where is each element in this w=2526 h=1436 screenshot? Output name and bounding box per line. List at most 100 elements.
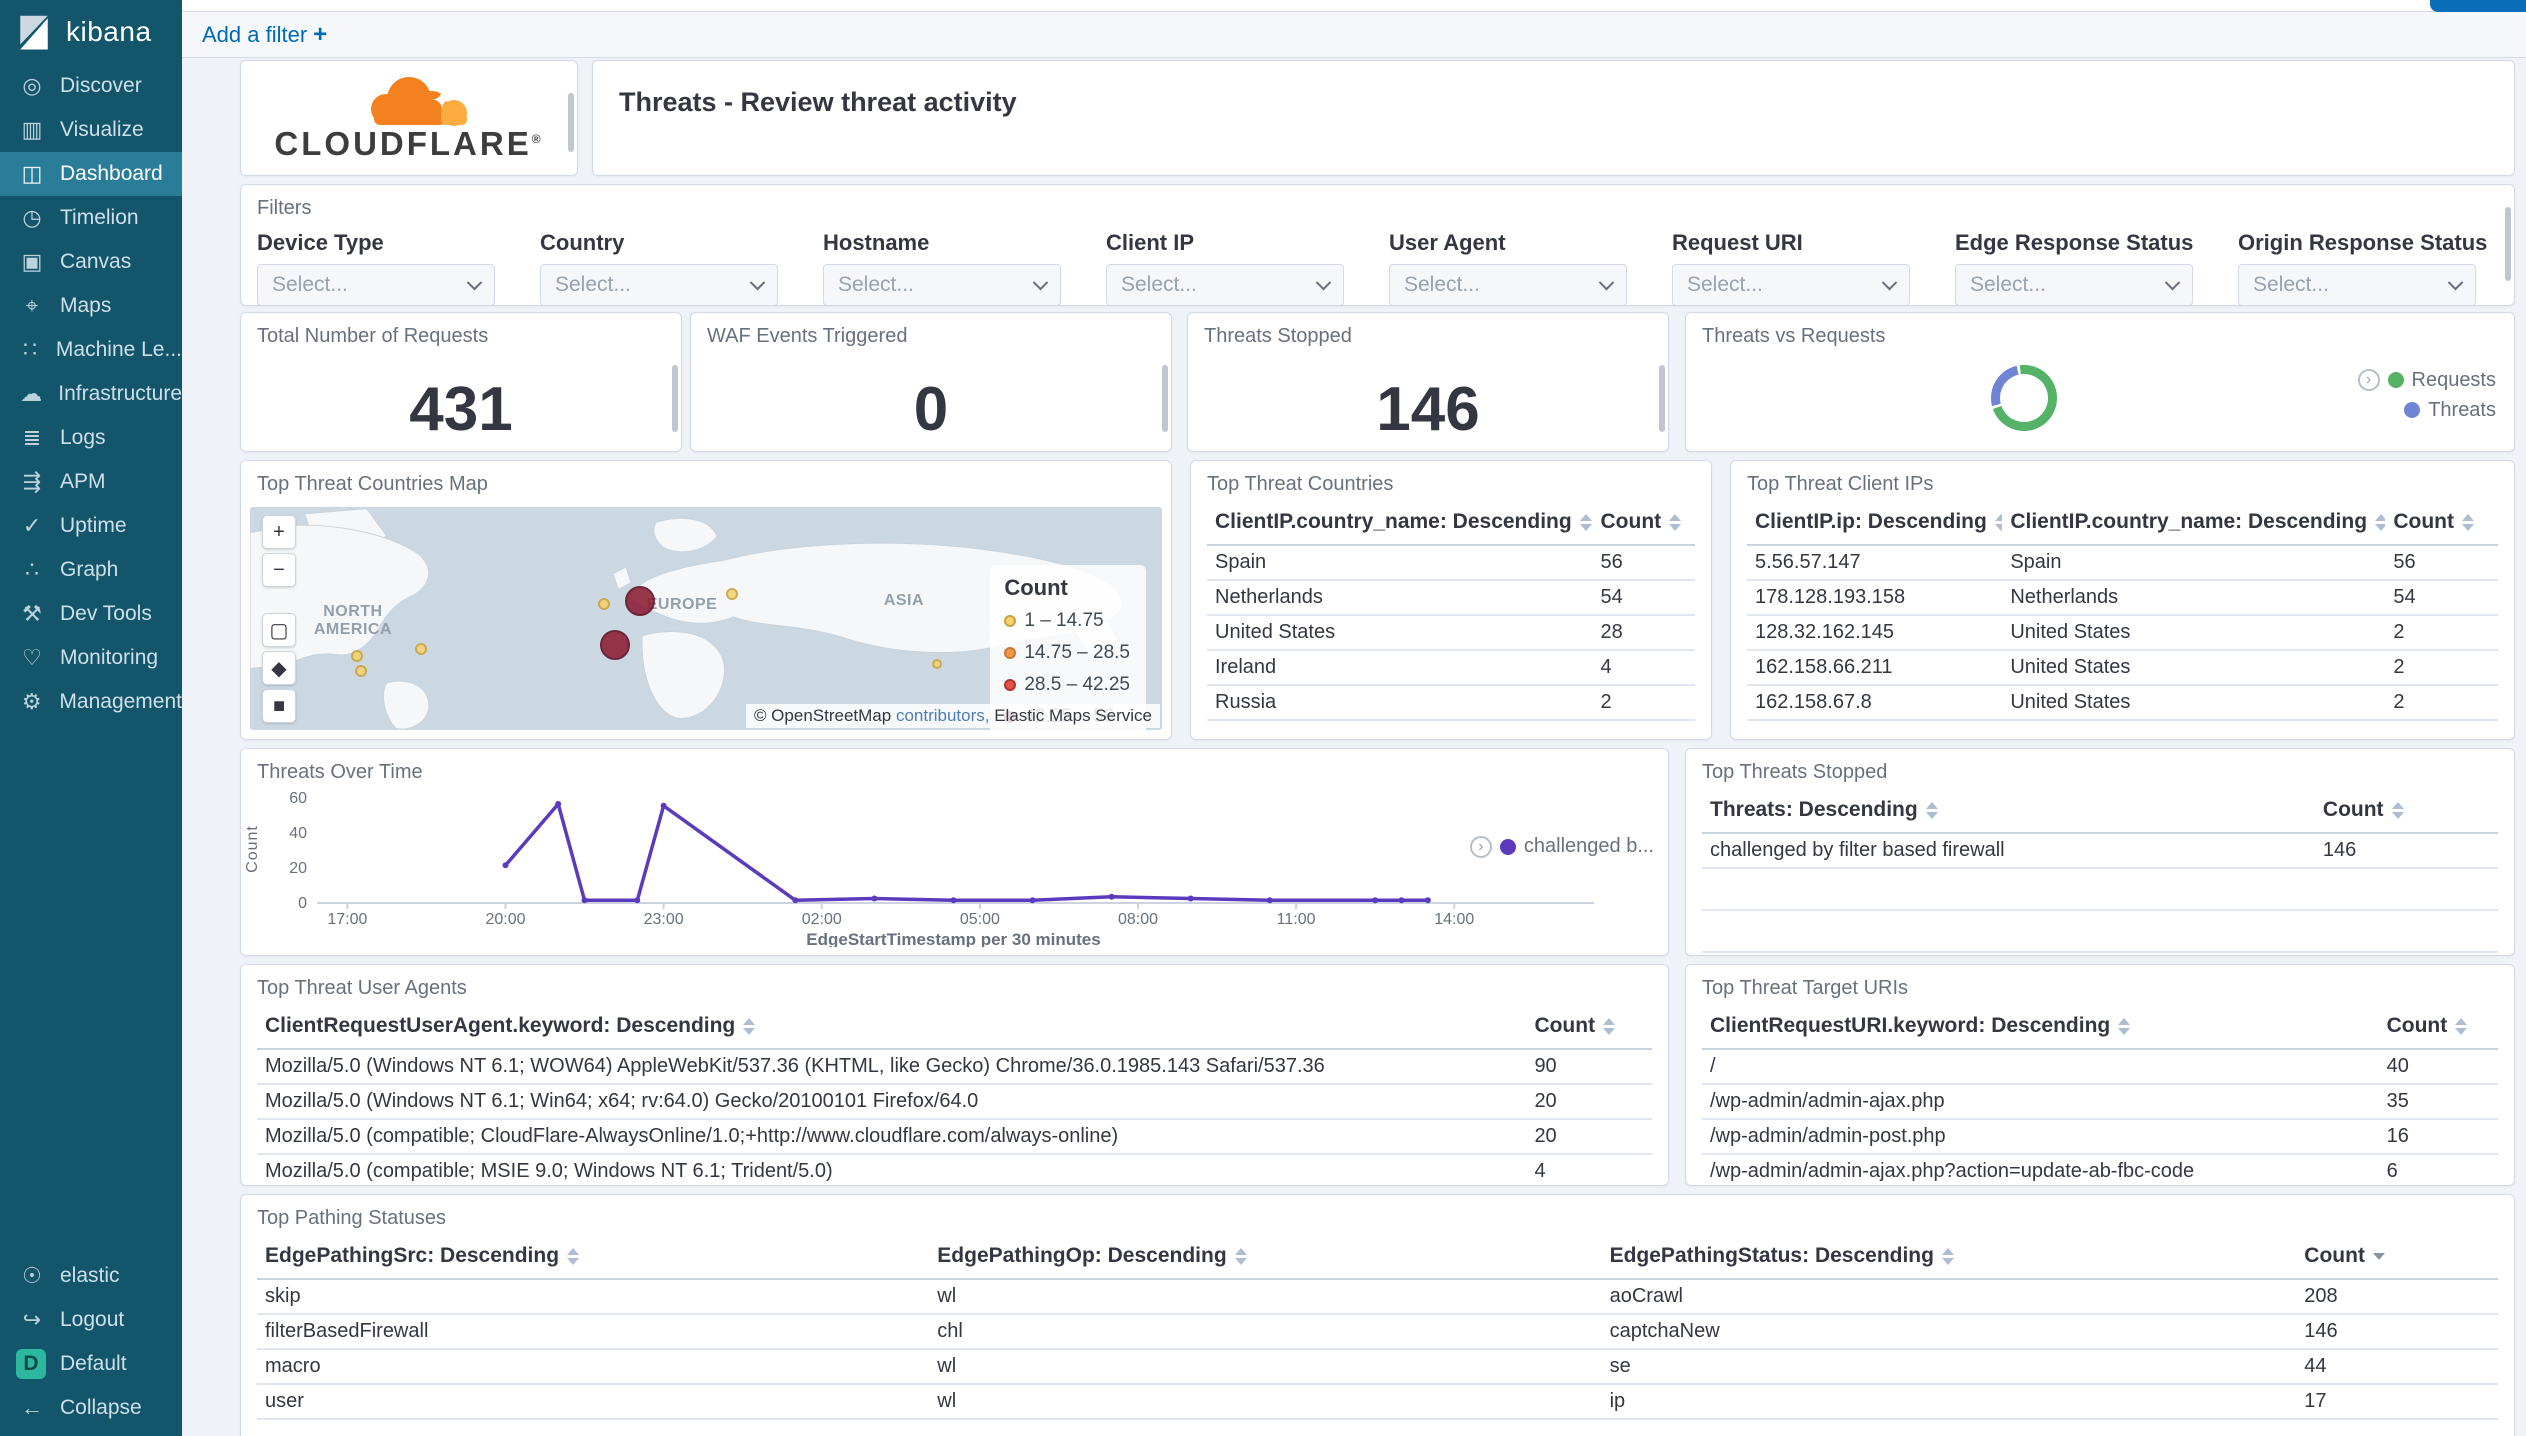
map-bubble[interactable] (725, 587, 738, 600)
top-threat-user-agents-panel: Top Threat User Agents ClientRequestUser… (240, 964, 1669, 1186)
sidebar-item-dev-tools[interactable]: ⚒ Dev Tools (0, 592, 182, 636)
column-header[interactable]: EdgePathingOp: Descending (929, 1236, 1602, 1280)
chevron-down-icon (1032, 274, 1049, 290)
column-header[interactable]: ClientRequestUserAgent.keyword: Descendi… (257, 1006, 1527, 1050)
legend-expand-icon[interactable]: › (2357, 369, 2380, 391)
sidebar-item-infrastructure[interactable]: ☁ Infrastructure (0, 372, 182, 416)
edge-response-status-select[interactable]: Select... (1955, 264, 2193, 305)
map-draw-polygon-button[interactable]: ◆ (262, 651, 296, 685)
timelion-icon: ◷ (22, 205, 42, 230)
sidebar-item-dashboard[interactable]: ◫ Dashboard (0, 152, 182, 196)
panel-scrollbar[interactable] (568, 92, 574, 153)
legend-dot (1004, 678, 1017, 691)
sidebar-item-machine-learning[interactable]: ∷ Machine Le... (0, 328, 182, 372)
map-bubble[interactable] (597, 598, 610, 610)
table-row: Mozilla/5.0 (Windows NT 6.1; Win64; x64;… (257, 1084, 1652, 1120)
country-select[interactable]: Select... (540, 264, 778, 305)
metric-value: 431 (409, 375, 513, 444)
filter-edge-response-status: Edge Response Status Select... (1955, 230, 2193, 305)
sidebar-item-visualize[interactable]: ▥ Visualize (0, 108, 182, 152)
sidebar-item-graph[interactable]: ∴ Graph (0, 548, 182, 592)
query-bar-bottom-edge[interactable] (182, 0, 2526, 12)
column-header[interactable]: Count (2314, 790, 2498, 834)
sidebar-item-discover[interactable]: ◎ Discover (0, 64, 182, 108)
panel-scrollbar[interactable] (672, 365, 678, 432)
cloudflare-wordmark: CLOUDFLARE® (274, 125, 544, 162)
monitoring-icon: ♡ (22, 645, 42, 670)
request-uri-select[interactable]: Select... (1672, 264, 1910, 305)
map-fit-data-button[interactable]: ■ (262, 689, 296, 723)
sidebar-item-timelion[interactable]: ◷ Timelion (0, 196, 182, 240)
column-header[interactable]: ClientIP.country_name: Descending (1207, 502, 1593, 546)
sort-icon (2391, 801, 2404, 819)
add-filter-link[interactable]: Add a filter + (202, 21, 327, 49)
column-header[interactable]: Count (2378, 1006, 2498, 1050)
sidebar-item-canvas[interactable]: ▣ Canvas (0, 240, 182, 284)
column-header[interactable]: Count (1526, 1006, 1652, 1050)
sidebar-item-monitoring[interactable]: ♡ Monitoring (0, 636, 182, 680)
logs-icon: ≣ (22, 425, 42, 450)
sidebar-item-maps[interactable]: ⌖ Maps (0, 284, 182, 328)
sidebar-item-logs[interactable]: ≣ Logs (0, 416, 182, 460)
sidebar-footer: ☉ elastic ↪ Logout D Default ← Collapse (0, 1254, 182, 1430)
sidebar-item-apm[interactable]: ⇶ APM (0, 460, 182, 504)
sidebar-item-management[interactable]: ⚙ Management (0, 680, 182, 724)
filter-hostname: Hostname Select... (823, 230, 1061, 305)
map-zoom-in-button[interactable]: + (262, 515, 296, 549)
column-header[interactable]: EdgePathingStatus: Descending (1601, 1236, 2297, 1280)
origin-response-status-select[interactable]: Select... (2238, 264, 2476, 305)
world-map[interactable]: NORTH AMERICA EUROPE ASIA + − ▢ ◆ ■ Count… (250, 507, 1162, 730)
threats-vs-requests-donut (1991, 365, 2057, 431)
map-bubble[interactable] (931, 659, 942, 670)
column-header[interactable]: EdgePathingSrc: Descending (257, 1236, 930, 1280)
legend-item-threats[interactable]: Threats (2428, 399, 2496, 422)
column-header[interactable]: Threats: Descending (1702, 790, 2315, 834)
column-header[interactable]: Count (2296, 1236, 2498, 1280)
user-avatar-icon: ☉ (22, 1263, 42, 1288)
legend-expand-icon[interactable]: › (1469, 835, 1492, 858)
map-bubble[interactable] (599, 630, 630, 661)
panel-scrollbar[interactable] (1659, 365, 1665, 432)
panel-scrollbar[interactable] (1162, 365, 1168, 432)
map-zoom-out-button[interactable]: − (262, 553, 296, 587)
svg-text:Count: Count (244, 825, 261, 873)
column-header[interactable]: Count (2385, 502, 2498, 546)
sidebar-item-logout[interactable]: ↪ Logout (0, 1298, 182, 1342)
legend-item-requests[interactable]: Requests (2412, 369, 2497, 392)
kibana-logo-row[interactable]: kibana (0, 0, 182, 64)
map-bubble[interactable] (350, 650, 363, 663)
map-draw-bounds-button[interactable]: ▢ (262, 613, 296, 647)
sidebar-nav: ◎ Discover ▥ Visualize ◫ Dashboard ◷ Timelio… (0, 64, 182, 724)
update-button-fragment[interactable] (2430, 0, 2526, 12)
map-bubble[interactable] (355, 664, 368, 677)
legend-item-challenged[interactable]: challenged b... (1524, 835, 1654, 858)
sidebar-item-elastic-user[interactable]: ☉ elastic (0, 1254, 182, 1298)
svg-text:20:00: 20:00 (485, 911, 525, 928)
page-title: Threats - Review threat activity (619, 87, 1017, 117)
column-header[interactable]: ClientRequestURI.keyword: Descending (1702, 1006, 2379, 1050)
table-row-empty (1702, 910, 2498, 953)
map-bubble[interactable] (625, 585, 656, 616)
map-label-north-america: NORTH AMERICA (313, 602, 392, 638)
chevron-down-icon (1598, 274, 1615, 290)
hostname-select[interactable]: Select... (823, 264, 1061, 305)
osm-contributors-link[interactable]: contributors, (896, 706, 990, 725)
device-type-select[interactable]: Select... (257, 264, 495, 305)
legend-dot (1004, 614, 1017, 627)
panel-scrollbar[interactable] (2505, 206, 2511, 281)
sidebar-item-uptime[interactable]: ✓ Uptime (0, 504, 182, 548)
user-agent-select[interactable]: Select... (1389, 264, 1627, 305)
map-bubble[interactable] (414, 642, 427, 655)
table-row: /wp-admin/admin-ajax.php?action=update-a… (1702, 1154, 2498, 1185)
sidebar-item-collapse[interactable]: ← Collapse (0, 1386, 182, 1430)
filter-country: Country Select... (540, 230, 778, 305)
column-header[interactable]: ClientIP.country_name: Descending (2002, 502, 2386, 546)
top-pathing-statuses-panel: Top Pathing Statuses EdgePathingSrc: Des… (240, 1194, 2515, 1436)
table-row: skip wl aoCrawl 208 (257, 1279, 2498, 1315)
column-header[interactable]: ClientIP.ip: Descending (1747, 502, 2003, 546)
column-header[interactable]: Count (1592, 502, 1695, 546)
table-row: 5.56.57.147 Spain 56 (1747, 545, 2498, 581)
sidebar-item-default-space[interactable]: D Default (0, 1342, 182, 1386)
sort-icon (2375, 513, 2386, 531)
client-ip-select[interactable]: Select... (1106, 264, 1344, 305)
